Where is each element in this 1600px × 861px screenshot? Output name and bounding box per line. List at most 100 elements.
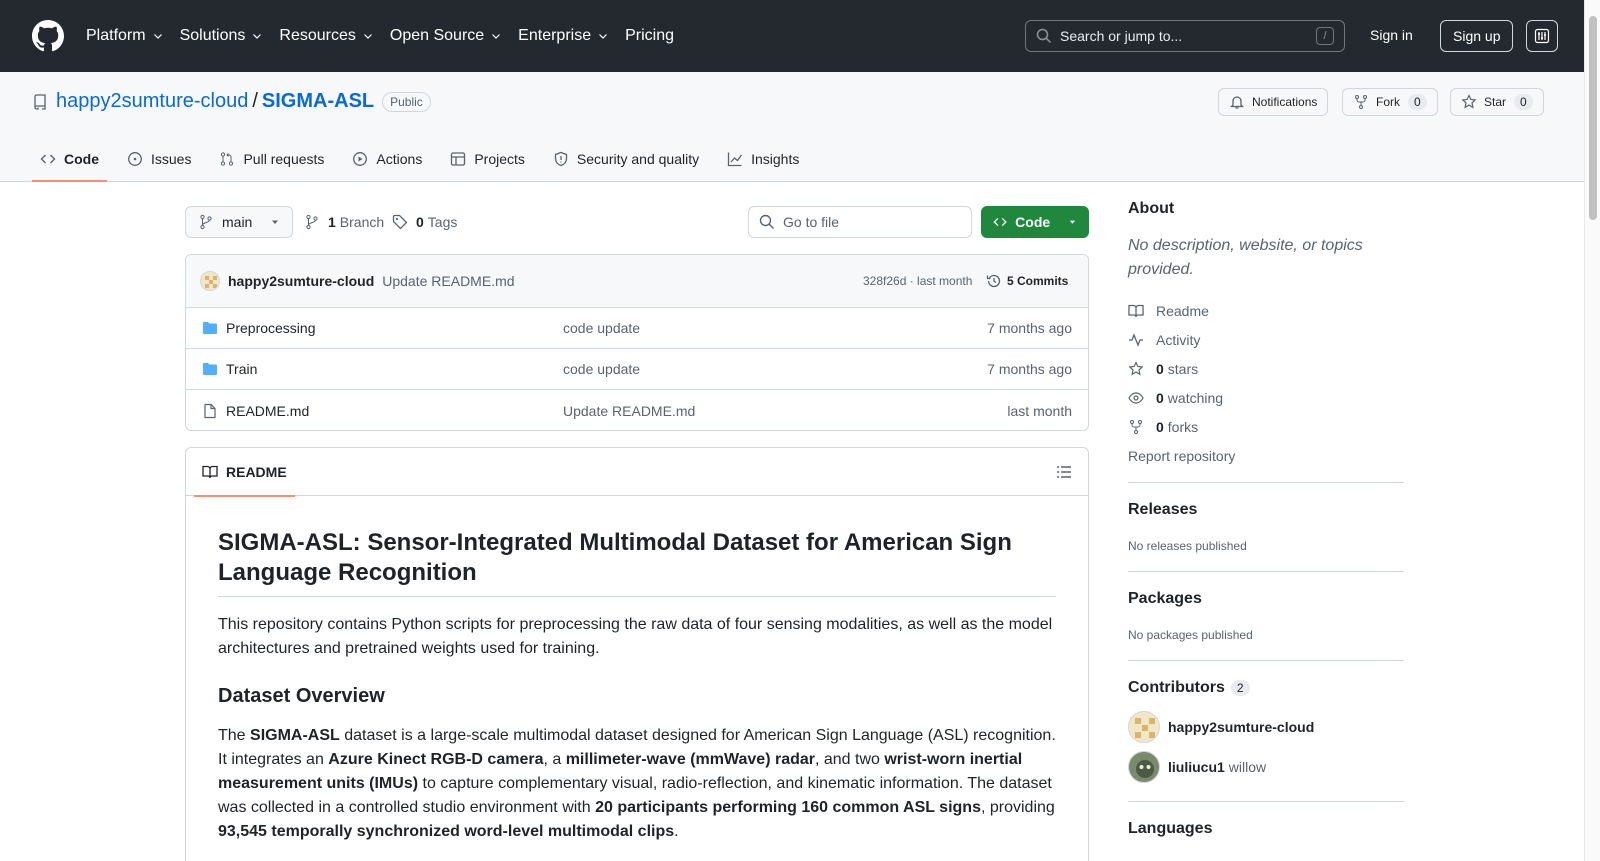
avatar[interactable] (200, 271, 220, 291)
code-icon (40, 154, 56, 164)
pulse-icon (1129, 332, 1143, 347)
code-button[interactable]: Code (981, 206, 1089, 238)
tab-label: Projects (474, 151, 525, 167)
fork-button[interactable]: Fork 0 (1342, 88, 1438, 116)
stars-link[interactable]: 0 stars (1128, 354, 1404, 383)
branch-selector[interactable]: main (185, 206, 294, 238)
packages-heading[interactable]: Packages (1128, 590, 1404, 608)
tab-projects[interactable]: Projects (442, 136, 533, 182)
bold-run: 20 participants performing 160 common AS… (595, 799, 981, 816)
scrollbar-thumb[interactable] (1589, 16, 1597, 220)
report-repository-link[interactable]: Report repository (1128, 441, 1404, 470)
file-name-link[interactable]: README.md (226, 403, 309, 419)
file-commit-message[interactable]: code update (563, 320, 640, 336)
branches-label: Branch (339, 214, 385, 230)
global-header: Platform Solutions Resources Open Source… (0, 0, 1600, 72)
nav-resources[interactable]: Resources (279, 27, 373, 45)
settings-menu-button[interactable] (1526, 20, 1558, 52)
readme-title: SIGMA-ASL: Sensor-Integrated Multimodal … (218, 528, 1056, 597)
releases-heading[interactable]: Releases (1128, 501, 1404, 519)
readme-tab[interactable]: README (194, 448, 295, 497)
nav-open-source[interactable]: Open Source (390, 27, 502, 45)
file-name-link[interactable]: Preprocessing (226, 320, 316, 336)
notifications-button[interactable]: Notifications (1218, 88, 1329, 116)
code-button-label: Code (1015, 214, 1051, 230)
branch-icon (306, 214, 318, 230)
bold-run: millimeter-wave (mmWave) radar (565, 751, 815, 768)
divider (1128, 801, 1404, 802)
play-icon (353, 152, 368, 166)
languages-heading: Languages (1128, 820, 1213, 837)
contributors-heading[interactable]: Contributors (1128, 679, 1225, 697)
commits-history-link[interactable]: 5 Commits (986, 273, 1068, 289)
nav-platform[interactable]: Platform (86, 27, 164, 45)
packages-empty-text: No packages published (1128, 628, 1253, 642)
readme-link[interactable]: Readme (1128, 296, 1404, 325)
go-to-file-input[interactable]: Go to file (748, 206, 972, 238)
branch-name: main (222, 214, 253, 230)
text-run: , providing (980, 799, 1055, 816)
tab-actions[interactable]: Actions (344, 136, 430, 182)
main-nav: Platform Solutions Resources Open Source… (86, 27, 690, 45)
nav-pricing[interactable]: Pricing (625, 27, 674, 45)
commit-message-link[interactable]: Update README.md (382, 273, 514, 289)
tab-code[interactable]: Code (32, 136, 107, 182)
branches-link[interactable]: 1 Branch (304, 214, 384, 230)
file-commit-message[interactable]: Update README.md (563, 403, 695, 419)
sign-in-link[interactable]: Sign in (1370, 27, 1413, 43)
repo-name-link[interactable]: SIGMA-ASL (262, 90, 374, 113)
branch-icon (200, 214, 212, 230)
file-commit-message[interactable]: code update (563, 361, 640, 377)
sign-up-button[interactable]: Sign up (1440, 20, 1514, 52)
tab-insights[interactable]: Insights (719, 136, 807, 182)
link-label: Activity (1156, 331, 1201, 348)
bold-run: Azure Kinect RGB-D camera (328, 751, 544, 768)
page-scrollbar[interactable] (1584, 0, 1600, 861)
fork-icon (1130, 419, 1142, 434)
forks-link[interactable]: 0 forks (1128, 412, 1404, 441)
file-row[interactable]: README.md Update README.md last month (186, 390, 1088, 430)
tag-icon (392, 214, 408, 230)
search-icon (759, 214, 774, 229)
nav-label: Pricing (625, 27, 674, 44)
nav-label: Enterprise (518, 27, 592, 44)
link-label: watching (1167, 389, 1224, 406)
divider (1128, 482, 1404, 483)
nav-label: Platform (86, 27, 146, 44)
nav-enterprise[interactable]: Enterprise (518, 27, 609, 45)
repo-owner-link[interactable]: happy2sumture-cloud (56, 90, 248, 113)
star-button[interactable]: Star 0 (1450, 88, 1544, 116)
bold-run: 93,545 temporally synchronized word-leve… (218, 823, 675, 840)
readme-panel: README SIGMA-ASL: Sensor-Integrated Mult… (185, 447, 1089, 861)
file-icon (204, 403, 216, 418)
contributor-item[interactable]: happy2sumture-cloud (1128, 707, 1404, 747)
github-logo-icon[interactable] (32, 20, 64, 52)
commit-sha-link[interactable]: 328f26d · last month (863, 274, 972, 288)
outline-list-icon[interactable] (1056, 464, 1072, 480)
file-date: 7 months ago (987, 320, 1072, 336)
activity-link[interactable]: Activity (1128, 325, 1404, 354)
tab-issues[interactable]: Issues (119, 136, 199, 182)
search-input[interactable]: Search or jump to... / (1025, 20, 1345, 52)
history-icon (986, 274, 1001, 288)
file-row[interactable]: Train code update 7 months ago (186, 349, 1088, 390)
file-row[interactable]: Preprocessing code update 7 months ago (186, 308, 1088, 349)
readme-body: SIGMA-ASL: Sensor-Integrated Multimodal … (186, 496, 1088, 844)
tab-security[interactable]: Security and quality (545, 136, 707, 182)
avatar (1128, 751, 1160, 783)
bold-run: SIGMA-ASL (250, 727, 340, 744)
tab-pull-requests[interactable]: Pull requests (211, 136, 332, 182)
tags-link[interactable]: 0 Tags (392, 214, 457, 230)
chevron-down-icon (599, 34, 608, 39)
folder-icon (203, 363, 217, 375)
nav-label: Solutions (179, 27, 246, 44)
contributor-item[interactable]: liuliucu1 willow (1128, 747, 1404, 787)
file-name-link[interactable]: Train (226, 361, 257, 377)
chevron-down-icon (363, 34, 372, 39)
commit-author-link[interactable]: happy2sumture-cloud (228, 273, 374, 289)
repo-sidebar: About No description, website, or topics… (1128, 200, 1404, 838)
contributor-name: happy2sumture-cloud (1168, 719, 1315, 735)
watching-link[interactable]: 0 watching (1128, 383, 1404, 412)
nav-solutions[interactable]: Solutions (180, 27, 264, 45)
text-run: The (218, 727, 251, 744)
